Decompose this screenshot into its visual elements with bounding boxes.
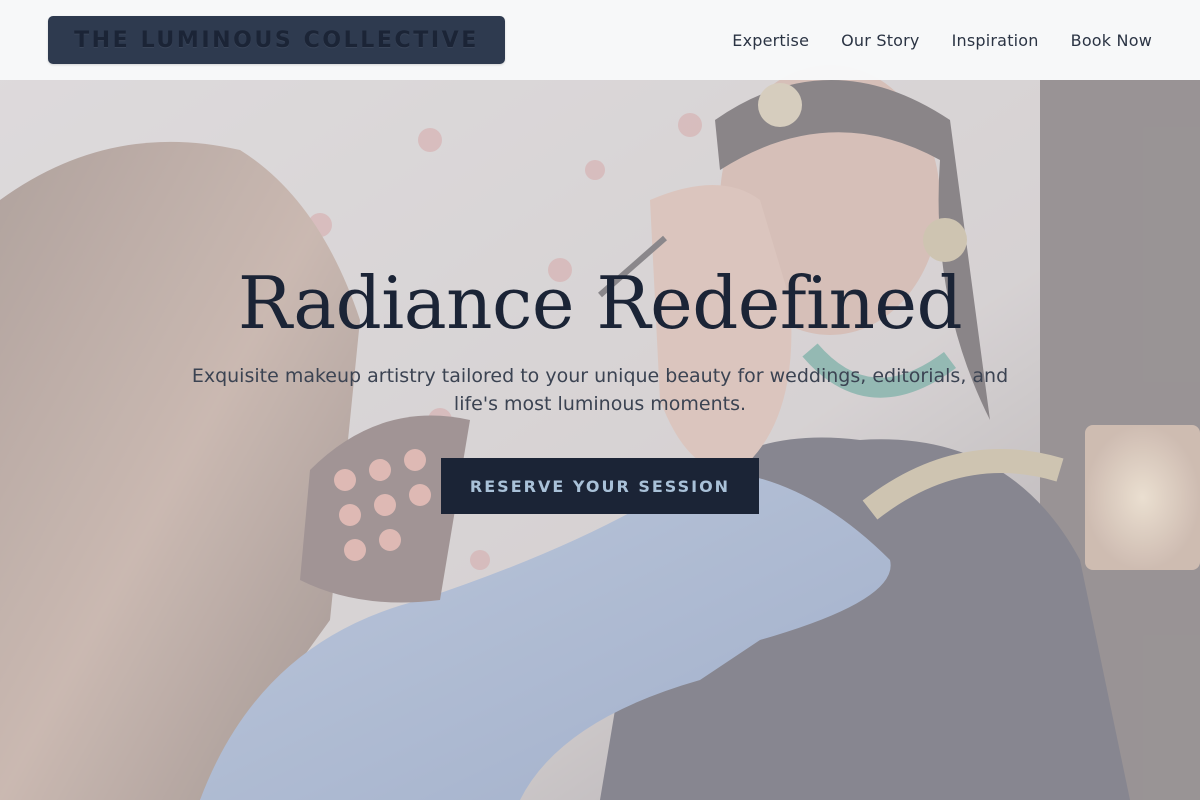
nav-link-inspiration[interactable]: Inspiration — [952, 31, 1039, 50]
reserve-session-button[interactable]: RESERVE YOUR SESSION — [441, 458, 759, 515]
site-header: THE LUMINOUS COLLECTIVE Expertise Our St… — [0, 0, 1200, 80]
reserve-session-button-label: RESERVE YOUR SESSION — [469, 476, 731, 496]
hero-title: Radiance Redefined — [237, 261, 963, 345]
main-nav: Expertise Our Story Inspiration Book Now — [732, 31, 1152, 50]
nav-link-book-now[interactable]: Book Now — [1071, 31, 1152, 50]
nav-link-expertise[interactable]: Expertise — [732, 31, 809, 50]
cta-container: RESERVE YOUR SESSION — [0, 458, 1200, 515]
brand-logo-link[interactable]: THE LUMINOUS COLLECTIVE — [48, 16, 505, 64]
hero-subtitle: Exquisite makeup artistry tailored to yo… — [191, 365, 1009, 416]
nav-link-our-story[interactable]: Our Story — [841, 31, 919, 50]
hero-content: Radiance Redefined Exquisite makeup arti… — [0, 260, 1200, 515]
brand-name: THE LUMINOUS COLLECTIVE — [74, 27, 479, 53]
